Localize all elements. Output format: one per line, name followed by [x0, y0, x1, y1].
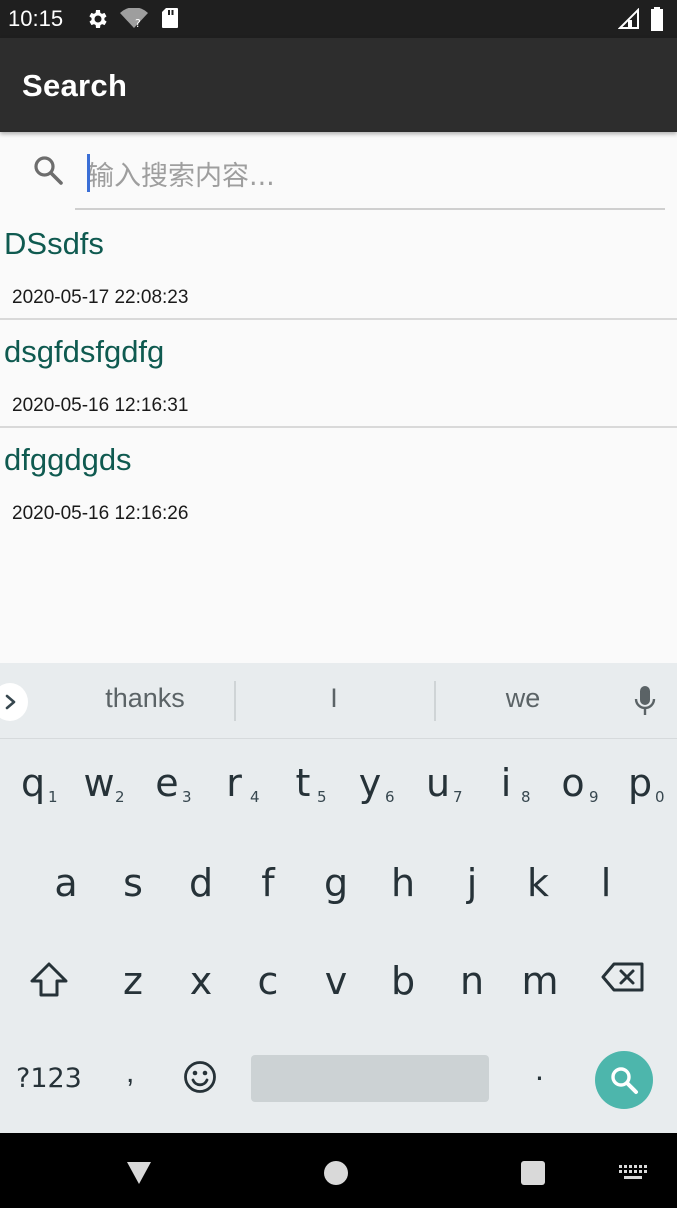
signal-icon	[617, 7, 640, 35]
suggestion-strip: thanks I we	[0, 663, 677, 739]
key-hint: 1	[48, 788, 58, 806]
app-bar: Search	[0, 38, 677, 132]
home-icon[interactable]	[324, 1161, 348, 1185]
item-title: dsgfdsfgdfg	[4, 334, 165, 369]
soft-keyboard: thanks I we q1 w2 e3 r4 t5 y6 u7 i8 o9 p…	[0, 663, 677, 1133]
key-i[interactable]: i8	[475, 743, 537, 823]
status-time: 10:15	[8, 6, 64, 31]
key-c[interactable]: c	[237, 941, 299, 1021]
key-t[interactable]: t5	[272, 743, 334, 823]
list-item[interactable]: dfggdgds 2020-05-16 12:16:26	[0, 428, 677, 536]
key-l[interactable]: l	[575, 843, 637, 923]
search-icon	[32, 154, 64, 191]
shift-key-icon[interactable]	[29, 961, 69, 1004]
key-n[interactable]: n	[441, 941, 503, 1021]
period-key[interactable]: .	[535, 1051, 544, 1088]
comma-key[interactable]: ,	[126, 1056, 134, 1090]
item-timestamp: 2020-05-17 22:08:23	[12, 287, 189, 308]
keyboard-switch-icon[interactable]	[619, 1165, 647, 1186]
page-title: Search	[22, 68, 128, 103]
suggestion-expand-button[interactable]	[0, 683, 28, 721]
space-bar[interactable]	[251, 1055, 489, 1102]
suggestion-divider	[234, 681, 236, 721]
key-y[interactable]: y6	[339, 743, 401, 823]
key-r[interactable]: r4	[203, 743, 265, 823]
key-v[interactable]: v	[305, 941, 367, 1021]
key-hint: 7	[453, 788, 463, 806]
key-z[interactable]: z	[102, 941, 164, 1021]
status-bar: 10:15 ?	[0, 0, 677, 38]
key-hint: 0	[655, 788, 665, 806]
chevron-right-icon	[5, 694, 16, 710]
key-g[interactable]: g	[305, 843, 367, 923]
search-action-key[interactable]	[595, 1051, 653, 1109]
key-j[interactable]: j	[441, 843, 503, 923]
item-timestamp: 2020-05-16 12:16:26	[12, 503, 189, 524]
search-icon	[611, 1067, 638, 1094]
sd-card-icon	[161, 7, 179, 34]
suggestion-1[interactable]: thanks	[55, 683, 235, 714]
key-w[interactable]: w2	[68, 743, 130, 823]
key-q[interactable]: q1	[2, 743, 64, 823]
key-k[interactable]: k	[507, 843, 569, 923]
item-title: dfggdgds	[4, 442, 132, 477]
item-title: DSsdfs	[4, 226, 104, 261]
key-p[interactable]: p0	[609, 743, 671, 823]
battery-icon	[650, 7, 664, 36]
svg-text:?: ?	[135, 17, 141, 30]
key-hint: 2	[115, 788, 125, 806]
navigation-bar	[0, 1133, 677, 1208]
suggestion-2[interactable]: I	[244, 683, 424, 714]
key-b[interactable]: b	[372, 941, 434, 1021]
key-d[interactable]: d	[170, 843, 232, 923]
back-icon[interactable]	[125, 1161, 153, 1190]
search-input[interactable]	[87, 156, 647, 196]
key-h[interactable]: h	[372, 843, 434, 923]
key-e[interactable]: e3	[136, 743, 198, 823]
suggestion-3[interactable]: we	[433, 683, 613, 714]
list-item[interactable]: DSsdfs 2020-05-17 22:08:23	[0, 212, 677, 320]
recents-icon[interactable]	[521, 1161, 545, 1185]
key-hint: 9	[589, 788, 599, 806]
key-hint: 8	[521, 788, 531, 806]
text-cursor	[87, 154, 90, 192]
wifi-unknown-icon: ?	[120, 7, 148, 35]
list-item[interactable]: dsgfdsfgdfg 2020-05-16 12:16:31	[0, 320, 677, 428]
microphone-icon[interactable]	[633, 685, 657, 722]
key-hint: 5	[317, 788, 327, 806]
key-f[interactable]: f	[237, 843, 299, 923]
item-timestamp: 2020-05-16 12:16:31	[12, 395, 189, 416]
key-m[interactable]: m	[509, 941, 571, 1021]
emoji-icon[interactable]	[183, 1060, 217, 1099]
key-hint: 6	[385, 788, 395, 806]
key-x[interactable]: x	[170, 941, 232, 1021]
key-hint: 4	[250, 788, 260, 806]
key-a[interactable]: a	[35, 843, 97, 923]
key-o[interactable]: o9	[542, 743, 604, 823]
screen: 10:15 ? Search DSsdfs 2 0	[0, 0, 677, 1208]
symbols-key[interactable]: ?123	[16, 1063, 82, 1094]
search-bar	[0, 132, 677, 212]
search-field[interactable]	[75, 146, 665, 210]
key-u[interactable]: u7	[407, 743, 469, 823]
gear-icon	[85, 7, 109, 36]
key-hint: 3	[182, 788, 192, 806]
backspace-icon[interactable]	[601, 961, 645, 998]
results-list: DSsdfs 2020-05-17 22:08:23 dsgfdsfgdfg 2…	[0, 212, 677, 536]
key-s[interactable]: s	[102, 843, 164, 923]
